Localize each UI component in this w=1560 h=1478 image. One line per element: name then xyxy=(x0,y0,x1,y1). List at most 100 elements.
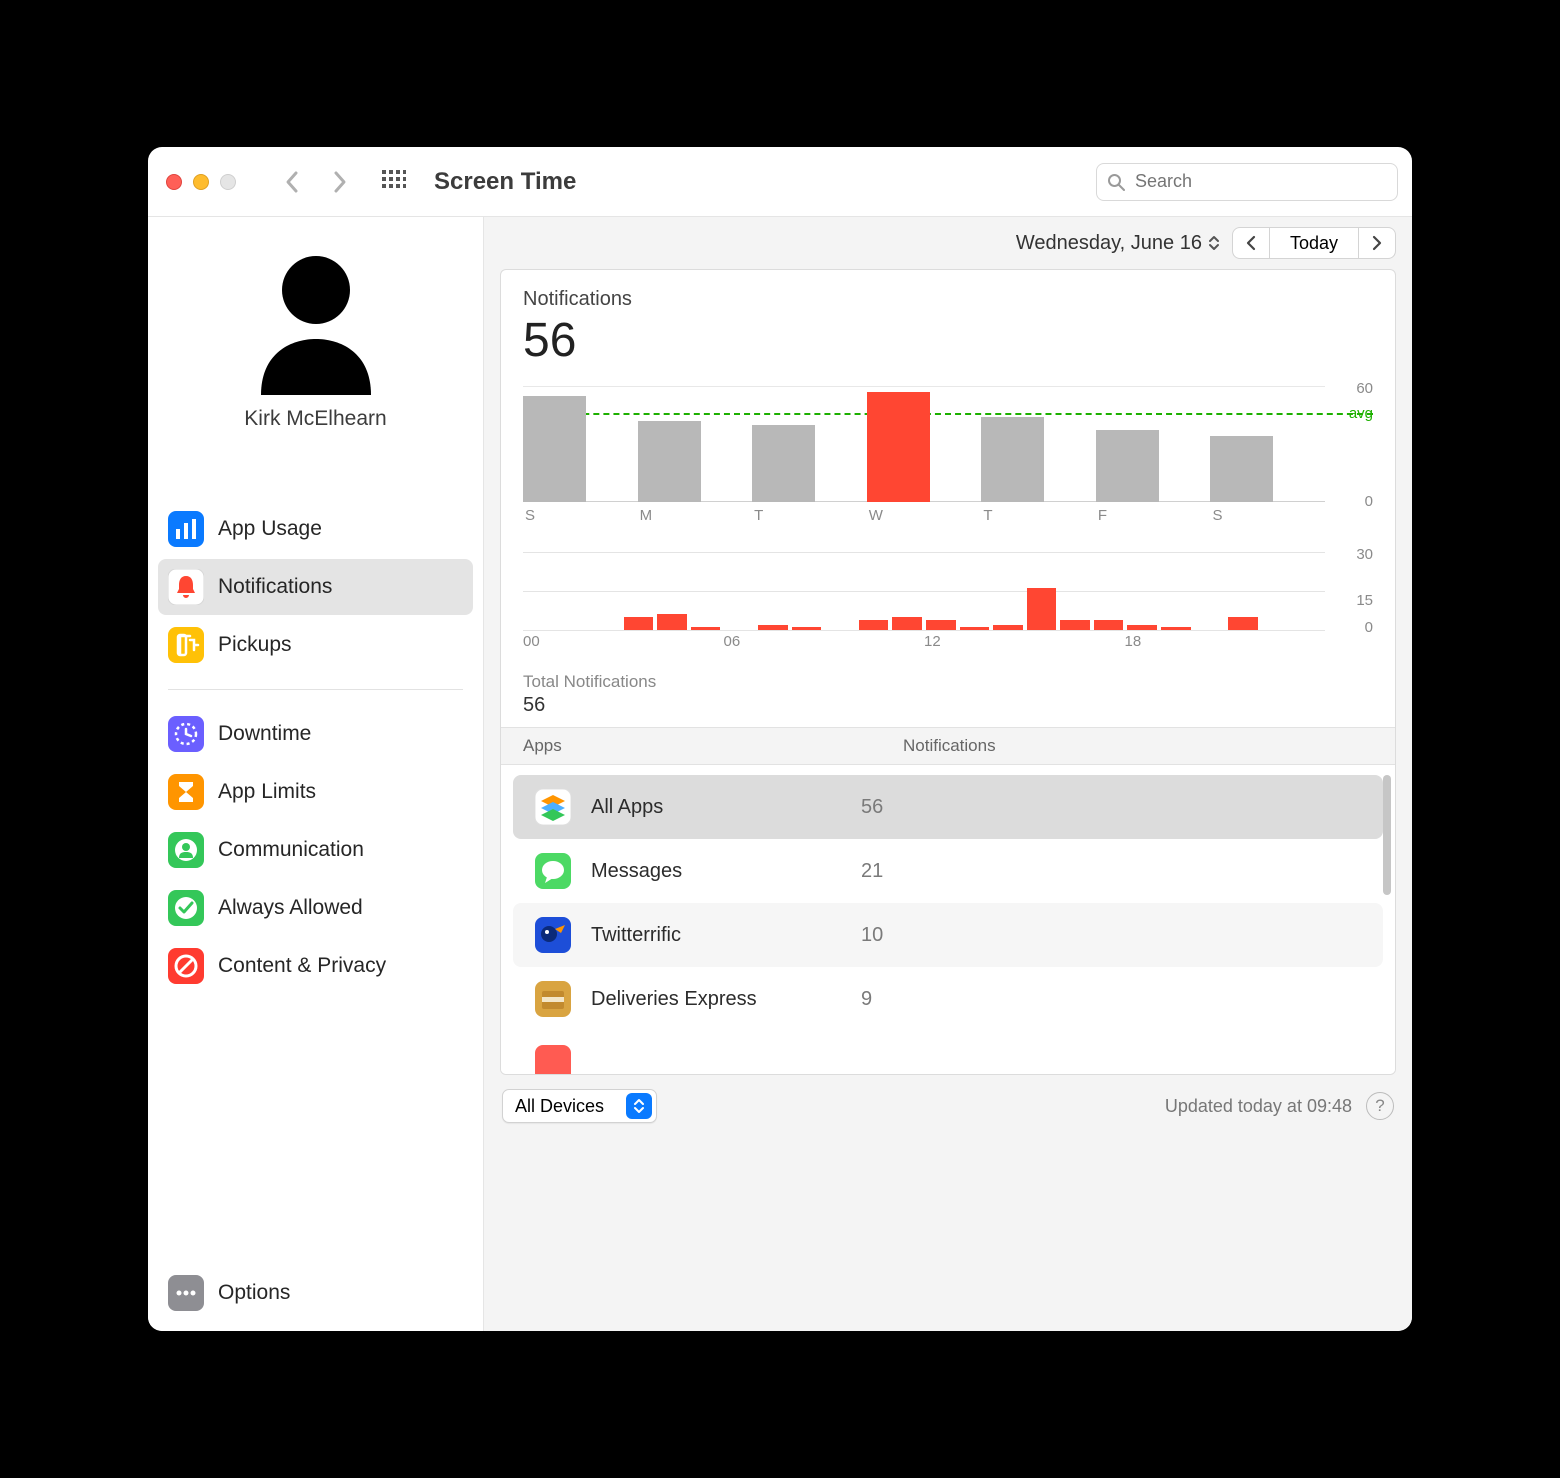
sidebar-item-always-allowed[interactable]: Always Allowed xyxy=(158,880,473,936)
sidebar-item-label: Communication xyxy=(218,838,364,862)
hourly-y-mid: 15 xyxy=(1356,592,1373,609)
apps-header: Apps Notifications xyxy=(501,727,1395,764)
search-field[interactable] xyxy=(1096,163,1398,201)
hourly-bar xyxy=(1228,617,1258,630)
apps-list: All Apps 56 Messages21 Twitterrific 10 Delive… xyxy=(501,764,1395,1074)
weekly-y-min: 0 xyxy=(1365,493,1373,510)
clock-icon xyxy=(168,716,204,752)
sidebar-item-app-limits[interactable]: App Limits xyxy=(158,764,473,820)
popup-arrows-icon xyxy=(626,1093,652,1119)
hourly-tick-label: 12 xyxy=(924,633,941,650)
hourly-bar xyxy=(926,620,956,630)
sidebar-item-communication[interactable]: Communication xyxy=(158,822,473,878)
sidebar-item-label: App Usage xyxy=(218,517,322,541)
weekly-day-label: F xyxy=(1098,507,1107,524)
date-label-text: Wednesday, June 16 xyxy=(1016,232,1202,255)
app-row[interactable]: All Apps 56 xyxy=(513,775,1383,839)
titlebar: Screen Time xyxy=(148,147,1412,217)
pickup-icon xyxy=(168,627,204,663)
app-value: 10 xyxy=(861,924,883,947)
search-input[interactable] xyxy=(1135,171,1387,192)
prev-day-button[interactable] xyxy=(1232,227,1270,259)
help-button[interactable]: ? xyxy=(1366,1092,1394,1120)
hourly-bar xyxy=(993,625,1023,630)
sidebar-item-app-usage[interactable]: App Usage xyxy=(158,501,473,557)
hourly-bar xyxy=(624,617,654,630)
app-value: 56 xyxy=(861,796,883,819)
weekly-bar xyxy=(981,417,1044,502)
hourly-tick-label: 06 xyxy=(724,633,741,650)
sidebar-item-options[interactable]: Options xyxy=(158,1265,473,1321)
card-total: 56 xyxy=(523,313,1373,368)
close-button[interactable] xyxy=(166,174,182,190)
back-button[interactable] xyxy=(284,170,300,194)
sidebar-item-content-privacy[interactable]: Content & Privacy xyxy=(158,938,473,994)
date-bar: Wednesday, June 16 Today xyxy=(484,217,1412,269)
column-apps: Apps xyxy=(523,736,903,756)
weekly-day-label: W xyxy=(869,507,883,524)
app-icon xyxy=(535,789,571,825)
weekly-day-label: T xyxy=(983,507,992,524)
app-icon xyxy=(535,853,571,889)
nav-arrows xyxy=(266,170,348,194)
total-value: 56 xyxy=(523,694,1373,717)
all-prefs-grid-icon[interactable] xyxy=(382,170,406,194)
date-segmented-control: Today xyxy=(1232,227,1396,259)
weekly-y-max: 60 xyxy=(1356,380,1373,397)
device-filter-popup[interactable]: All Devices xyxy=(502,1089,657,1123)
minimize-button[interactable] xyxy=(193,174,209,190)
sidebar-item-label: Notifications xyxy=(218,575,332,599)
forward-button[interactable] xyxy=(332,170,348,194)
checkmark-seal-icon xyxy=(168,890,204,926)
weekly-day-label: T xyxy=(754,507,763,524)
stepper-icon xyxy=(1208,234,1220,252)
notifications-card: Notifications 56 60 0 avg SMTWTFS xyxy=(500,269,1396,1075)
search-icon xyxy=(1107,173,1125,191)
hourly-tick-label: 00 xyxy=(523,633,540,650)
hourly-bar xyxy=(657,614,687,630)
hourly-bar xyxy=(960,627,990,630)
total-label: Total Notifications xyxy=(523,672,1373,692)
weekly-day-label: S xyxy=(1212,507,1222,524)
app-row-peek xyxy=(513,1031,1383,1074)
user-avatar-icon xyxy=(251,245,381,395)
weekly-bar xyxy=(523,396,586,502)
app-row[interactable]: Twitterrific 10 xyxy=(513,903,1383,967)
column-notifs: Notifications xyxy=(903,736,996,756)
hourly-tick-label: 18 xyxy=(1125,633,1142,650)
sidebar-item-pickups[interactable]: Pickups xyxy=(158,617,473,673)
no-sign-icon xyxy=(168,948,204,984)
hourly-bar xyxy=(1027,588,1057,630)
app-name: Deliveries Express xyxy=(591,988,841,1011)
app-name: Twitterrific xyxy=(591,924,841,947)
app-icon xyxy=(535,1045,571,1074)
app-row[interactable]: Messages21 xyxy=(513,839,1383,903)
hourly-y-min: 0 xyxy=(1365,619,1373,636)
hourly-bar xyxy=(859,620,889,630)
today-button[interactable]: Today xyxy=(1269,227,1359,259)
person-icon xyxy=(168,832,204,868)
app-row[interactable]: Deliveries Express9 xyxy=(513,967,1383,1031)
hourly-bar xyxy=(1161,627,1191,630)
app-name: All Apps xyxy=(591,796,841,819)
weekly-bar xyxy=(752,425,815,502)
hourly-bar xyxy=(792,627,822,630)
app-icon xyxy=(535,917,571,953)
sidebar-item-label: Always Allowed xyxy=(218,896,363,920)
hourly-y-max: 30 xyxy=(1356,546,1373,563)
weekly-bar xyxy=(1210,436,1273,502)
zoom-button[interactable] xyxy=(220,174,236,190)
window-controls xyxy=(162,174,256,190)
scrollbar[interactable] xyxy=(1383,775,1391,895)
sidebar-item-downtime[interactable]: Downtime xyxy=(158,706,473,762)
sidebar-item-notifications[interactable]: Notifications xyxy=(158,559,473,615)
hourly-bar xyxy=(1094,620,1124,630)
weekly-bar xyxy=(638,421,701,502)
next-day-button[interactable] xyxy=(1358,227,1396,259)
ellipsis-icon xyxy=(168,1275,204,1311)
weekly-chart: 60 0 avg SMTWTFS xyxy=(523,386,1373,526)
sidebar: Kirk McElhearn App Usage Notifications P… xyxy=(148,217,484,1331)
weekly-day-label: M xyxy=(640,507,653,524)
date-picker[interactable]: Wednesday, June 16 xyxy=(1016,232,1220,255)
preferences-window: Screen Time Kirk McElhearn App Usage xyxy=(148,147,1412,1331)
